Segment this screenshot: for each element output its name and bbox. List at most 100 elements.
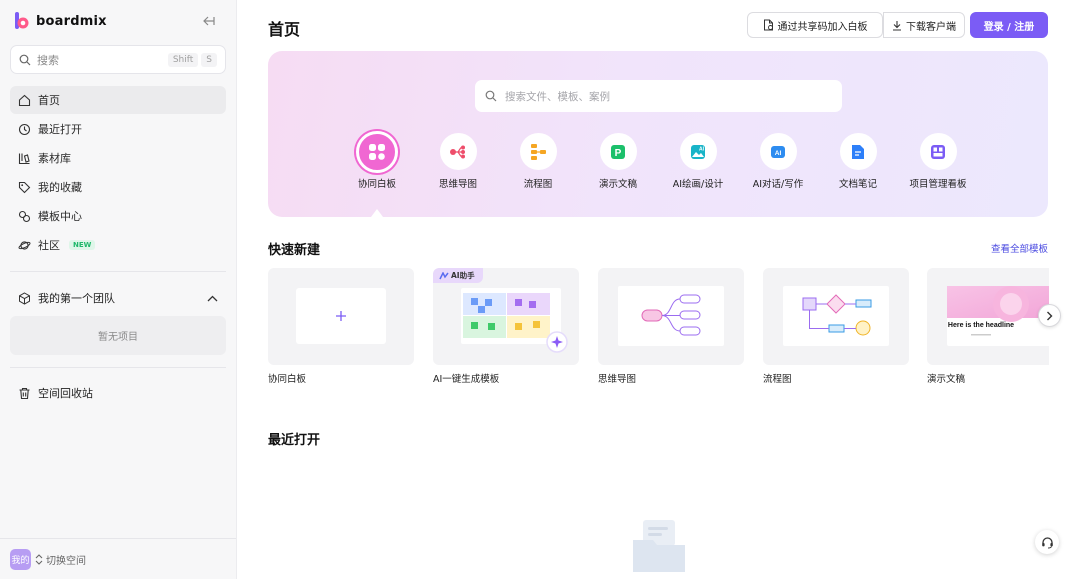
tool-label: AI绘画/设计 [672,179,724,190]
chevron-right-icon [1047,311,1053,320]
new-badge: NEW [69,240,96,250]
library-icon [18,152,31,165]
brand[interactable]: boardmix [14,10,107,32]
tool-label: 流程图 [523,179,553,190]
sidebar: boardmix 搜索 Shift S 首页 最近打开 素材库 我的收藏 模板中… [0,0,237,579]
empty-folder-illustration [633,520,685,572]
sidebar-item-label: 我的收藏 [38,181,82,194]
ai-write-icon: AI [759,133,797,170]
card-new-whiteboard[interactable]: 协同白板 [268,268,414,385]
card-name: 流程图 [763,374,792,385]
create-tools: 协同白板 思维导图 流程图 P 演示文稿 AI AI绘画/设计 AI AI对话/… [268,131,1048,193]
support-button[interactable] [1035,530,1059,554]
view-all-templates-link[interactable]: 查看全部模板 [991,241,1048,255]
sidebar-item-templates[interactable]: 模板中心 [10,202,226,230]
collapse-sidebar-icon[interactable] [200,12,218,30]
card-name: 思维导图 [598,374,637,385]
sidebar-item-library[interactable]: 素材库 [10,144,226,172]
team-name: 我的第一个团队 [38,292,115,305]
tool-label: 项目管理看板 [909,179,967,190]
sidebar-item-label: 模板中心 [38,210,82,223]
brand-name: boardmix [36,13,107,29]
hero-search-placeholder: 搜索文件、模板、案例 [505,90,610,103]
tool-flowchart[interactable]: 流程图 [498,133,578,190]
download-icon [893,20,901,31]
presentation-preview: Here is the headline [947,286,1049,346]
workspace-footer: 我的 切换空间 [0,538,236,579]
sidebar-item-home[interactable]: 首页 [10,86,226,114]
sidebar-search-placeholder: 搜索 [37,53,59,67]
boardmix-logo-icon [15,12,29,29]
card-thumbnail [598,268,744,365]
card-presentation[interactable]: Here is the headline 演示文稿 [927,268,1049,385]
tool-mindmap[interactable]: 思维导图 [418,133,498,190]
join-by-code-button[interactable]: 通过共享码加入白板 [747,12,883,38]
svg-text:AI: AI [775,150,782,157]
ai-paint-icon: AI [679,133,717,170]
svg-text:P: P [615,148,622,159]
home-icon [18,94,31,107]
main-content: 首页 通过共享码加入白板 下载客户端 登录 / 注册 搜索文件、模板、案例 协同… [237,0,1080,579]
download-client-label: 下载客户端 [906,21,956,33]
tag-icon [18,181,31,194]
svg-text:AI: AI [699,146,705,152]
card-thumbnail [268,268,414,365]
shortcut-shift: Shift [167,52,199,67]
shortcut-s: S [201,52,217,67]
tool-label: AI对话/写作 [752,179,804,190]
tool-ai-write[interactable]: AI AI对话/写作 [738,133,818,190]
chevron-up-icon[interactable] [207,291,218,305]
plus-icon [296,288,386,344]
tool-kanban[interactable]: 项目管理看板 [898,133,978,190]
headset-icon [1041,536,1053,548]
cube-icon [18,291,31,305]
sidebar-item-label: 社区 [38,239,60,252]
download-client-button[interactable]: 下载客户端 [883,12,965,38]
search-icon [19,54,31,65]
clock-icon [18,123,31,136]
sidebar-divider [10,367,226,368]
tool-whiteboard[interactable]: 协同白板 [337,131,417,190]
sidebar-nav: 首页 最近打开 素材库 我的收藏 模板中心 社区 NEW [10,86,226,260]
sidebar-item-trash[interactable]: 空间回收站 [10,379,226,407]
tool-ai-paint[interactable]: AI AI绘画/设计 [658,133,738,190]
sidebar-item-community[interactable]: 社区 NEW [10,231,226,259]
login-register-button[interactable]: 登录 / 注册 [970,12,1048,38]
template-icon [18,210,31,223]
workspace-avatar[interactable]: 我的 [10,548,31,570]
sidebar-search[interactable]: 搜索 Shift S [10,45,226,74]
card-name: 协同白板 [268,374,307,385]
sidebar-item-favorites[interactable]: 我的收藏 [10,173,226,201]
sidebar-item-label: 最近打开 [38,123,82,136]
search-icon [485,90,497,102]
sidebar-item-recent[interactable]: 最近打开 [10,115,226,143]
tool-label: 文档笔记 [838,179,877,190]
tool-label: 协同白板 [357,179,396,190]
card-flowchart[interactable]: 流程图 [763,268,909,385]
empty-projects: 暂无项目 [10,316,226,355]
tool-presentation[interactable]: P 演示文稿 [578,133,658,190]
quick-new-title: 快速新建 [268,243,321,258]
hero-search-input[interactable]: 搜索文件、模板、案例 [475,80,842,112]
sidebar-item-label: 首页 [38,94,60,107]
app: boardmix 搜索 Shift S 首页 最近打开 素材库 我的收藏 模板中… [0,0,1080,579]
tool-doc[interactable]: 文档笔记 [818,133,898,190]
next-arrow-button[interactable] [1038,304,1061,327]
tool-label: 思维导图 [438,179,477,190]
mindmap-icon [439,133,477,170]
card-thumbnail: AI助手 [433,268,579,365]
doc-icon [839,133,877,170]
ai-template-preview [461,288,568,353]
card-thumbnail: Here is the headline [927,268,1049,365]
sidebar-divider [10,271,226,272]
sidebar-item-label: 空间回收站 [38,387,93,400]
switch-workspace-button[interactable]: 切换空间 [35,552,86,567]
switch-workspace-label: 切换空间 [46,555,86,567]
page-title: 首页 [268,20,301,39]
join-by-code-label: 通过共享码加入白板 [777,21,868,33]
card-mindmap[interactable]: 思维导图 [598,268,744,385]
team-section-header[interactable]: 我的第一个团队 [10,284,226,312]
hero-panel: 搜索文件、模板、案例 协同白板 思维导图 流程图 P 演示文稿 AI AI绘画/… [268,51,1048,217]
sidebar-item-label: 素材库 [38,152,71,165]
card-ai-template[interactable]: AI助手 AI一键生成模板 [433,268,579,385]
